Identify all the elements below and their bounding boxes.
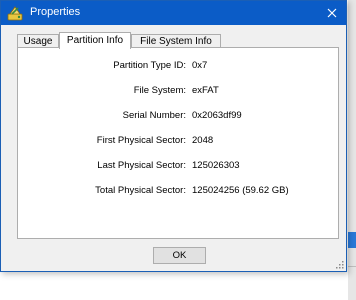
properties-dialog: Properties Usage Partition Info File Sys… — [0, 0, 347, 272]
field-label: First Physical Sector: — [96, 135, 186, 146]
field-label: Last Physical Sector: — [97, 160, 186, 171]
info-row: Last Physical Sector: 125026303 — [18, 160, 338, 174]
partition-info-panel: Partition Type ID: 0x7 File System: exFA… — [17, 47, 339, 239]
field-value: exFAT — [192, 85, 219, 96]
field-label: File System: — [133, 85, 186, 96]
close-button[interactable] — [318, 1, 346, 25]
info-row: First Physical Sector: 2048 — [18, 135, 338, 149]
close-icon — [327, 8, 337, 18]
tab-usage[interactable]: Usage — [17, 34, 59, 48]
resize-grip-icon[interactable] — [336, 261, 344, 269]
tab-file-system-info[interactable]: File System Info — [131, 34, 221, 48]
properties-app-icon — [7, 6, 23, 21]
title-bar[interactable]: Properties — [1, 1, 346, 25]
background-app-selection — [348, 232, 356, 248]
field-value: 125026303 — [192, 160, 240, 171]
field-value: 0x2063df99 — [192, 110, 242, 121]
info-row: Total Physical Sector: 125024256 (59.62 … — [18, 185, 338, 199]
field-label: Serial Number: — [122, 110, 186, 121]
info-row: Serial Number: 0x2063df99 — [18, 110, 338, 124]
info-row: Partition Type ID: 0x7 — [18, 60, 338, 74]
field-label: Partition Type ID: — [113, 60, 186, 71]
field-value: 2048 — [192, 135, 214, 146]
window-title: Properties — [30, 6, 81, 18]
ok-button[interactable]: OK — [153, 247, 206, 264]
background-app-strip — [348, 0, 356, 300]
background-app-divider — [348, 266, 356, 267]
field-value: 125024256 (59.62 GB) — [192, 185, 289, 196]
info-row: File System: exFAT — [18, 85, 338, 99]
tab-partition-info[interactable]: Partition Info — [59, 32, 131, 49]
field-value: 0x7 — [192, 60, 208, 71]
field-label: Total Physical Sector: — [95, 185, 186, 196]
